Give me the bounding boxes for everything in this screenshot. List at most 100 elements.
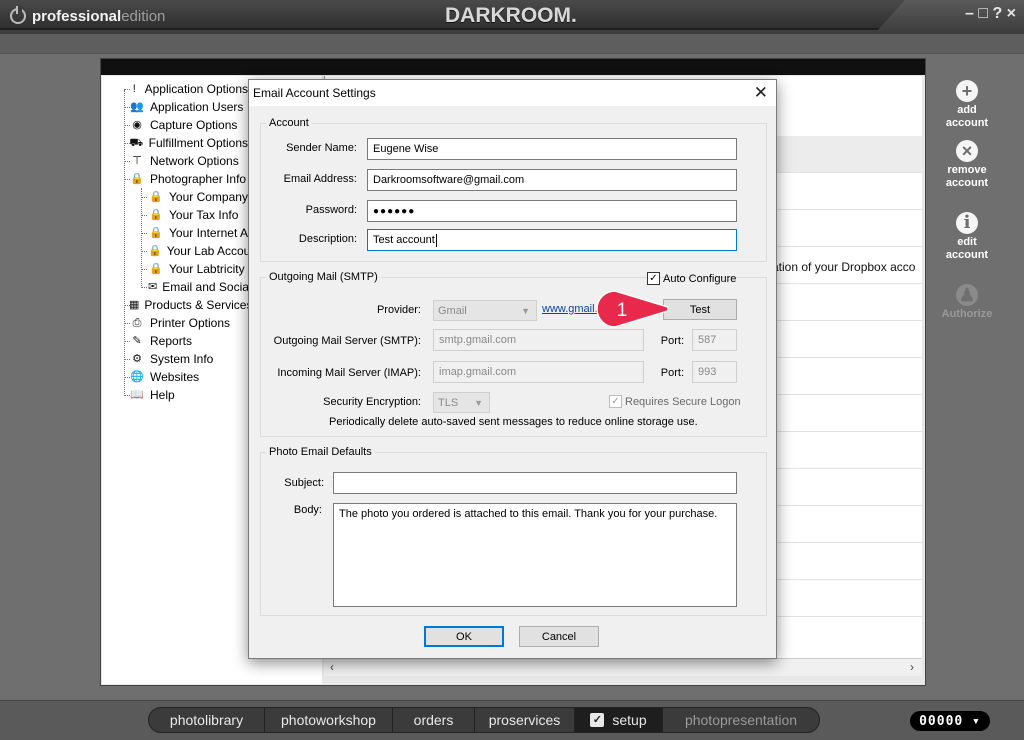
scroll-left-icon[interactable]: ‹ <box>330 660 334 674</box>
tree-item[interactable]: 🌐 Websites <box>129 368 199 386</box>
email-account-settings-dialog: Email Account Settings ✕ Account Sender … <box>248 79 777 659</box>
sender-name-input[interactable]: Eugene Wise <box>367 138 737 160</box>
subject-input[interactable] <box>333 472 737 494</box>
tree-item-label: Application Options <box>144 82 248 96</box>
requires-secure-logon-label[interactable]: Requires Secure Logon <box>625 396 741 408</box>
lock-icon: 🔒 <box>130 172 144 185</box>
tree-item-label: System Info <box>150 352 214 366</box>
power-icon[interactable] <box>10 6 26 24</box>
tree-item[interactable]: 📖 Help <box>129 386 175 404</box>
auto-configure-label[interactable]: Auto Configure <box>663 273 736 285</box>
auto-configure-checkbox[interactable]: ✓ <box>647 272 660 285</box>
tab-photopresentation[interactable]: photopresentation <box>663 708 819 732</box>
lock-icon: 🔒 <box>149 208 163 221</box>
remove-account-line1: remove <box>947 164 987 176</box>
tree-item[interactable]: 🔒 Your Company <box>148 188 248 206</box>
app-logo: DARKROOM. <box>445 4 577 27</box>
sub-bar <box>0 34 1024 54</box>
provider-label: Provider: <box>376 304 421 316</box>
tree-item[interactable]: ✉ Email and Socia <box>148 278 248 296</box>
tree-item[interactable]: ⚙ System Info <box>129 350 213 368</box>
tree-item-label: Your Internet A <box>169 226 248 240</box>
tree-item-label: Your Company <box>169 190 248 204</box>
tab-photolibrary[interactable]: photolibrary <box>149 708 265 732</box>
description-input[interactable]: Test account <box>367 229 737 251</box>
tree-item[interactable]: 🔒 Your Tax Info <box>148 206 238 224</box>
tree-item[interactable]: ✎ Reports <box>129 332 192 350</box>
tree-item[interactable]: ◉ Capture Options <box>129 116 237 134</box>
incoming-port-label: Port: <box>660 367 684 379</box>
tree-item[interactable]: 🔒 Your Labtricity <box>148 260 245 278</box>
ok-button[interactable]: OK <box>424 626 504 647</box>
tree-item[interactable]: ⎙ Printer Options <box>129 314 230 332</box>
provider-link[interactable]: www.gmail.com <box>542 303 602 315</box>
password-label: Password: <box>305 204 357 216</box>
tree-item[interactable]: ! Application Options <box>129 80 248 98</box>
tree-item[interactable]: 🔒 Photographer Info <box>129 170 246 188</box>
user-icon: ♟ <box>956 284 978 306</box>
incoming-server-label: Incoming Mail Server (IMAP): <box>277 367 421 379</box>
provider-select[interactable]: Gmail ▼ <box>433 300 537 321</box>
tree-item[interactable]: 🔒 Your Internet A <box>148 224 248 242</box>
requires-secure-logon-checkbox[interactable]: ✓ <box>609 395 622 408</box>
add-account-button[interactable]: + add account <box>927 80 1007 130</box>
edit-account-line2: account <box>945 249 989 261</box>
edit-account-line1: edit <box>957 236 977 248</box>
cancel-button[interactable]: Cancel <box>519 626 599 647</box>
test-button[interactable]: Test <box>663 299 737 320</box>
tab-proservices[interactable]: proservices <box>475 708 575 732</box>
plus-icon: + <box>956 80 978 102</box>
remove-account-button[interactable]: × remove account <box>927 140 1007 190</box>
chevron-down-icon: ▼ <box>521 305 530 316</box>
outgoing-port-input[interactable]: 587 <box>692 329 737 351</box>
scroll-right-icon[interactable]: › <box>910 660 914 674</box>
chevron-down-icon: ▼ <box>474 397 483 408</box>
close-icon[interactable]: ✕ <box>754 83 768 103</box>
add-account-line2: account <box>945 117 989 129</box>
lock-icon: 🔒 <box>149 226 163 239</box>
incoming-port-input[interactable]: 993 <box>692 361 737 383</box>
tab-photoworkshop[interactable]: photoworkshop <box>265 708 393 732</box>
email-address-label: Email Address: <box>283 173 357 185</box>
counter-display[interactable]: 00000 ▾ <box>910 711 990 731</box>
tree-item[interactable]: ⛟ Fulfillment Options <box>129 134 248 152</box>
description-value: Test account <box>373 234 435 246</box>
body-textarea[interactable]: The photo you ordered is attached to thi… <box>333 503 737 607</box>
subject-label: Subject: <box>284 477 324 489</box>
tree-item[interactable]: 🔒 Your Lab Accou <box>148 242 248 260</box>
tree-item-label: Photographer Info <box>150 172 247 186</box>
email-address-input[interactable]: Darkroomsoftware@gmail.com <box>367 169 737 191</box>
tree-item-label: Websites <box>150 370 200 384</box>
tree-item-label: Your Labtricity <box>169 262 245 276</box>
security-encryption-select[interactable]: TLS ▼ <box>433 392 490 413</box>
incoming-server-input[interactable]: imap.gmail.com <box>433 361 644 383</box>
tab-orders[interactable]: orders <box>393 708 475 732</box>
sender-name-label: Sender Name: <box>286 142 357 154</box>
outgoing-server-label: Outgoing Mail Server (SMTP): <box>273 335 421 347</box>
reports-icon: ✎ <box>132 334 142 347</box>
tree-item[interactable]: 👥 Application Users <box>129 98 243 116</box>
edit-account-button[interactable]: i edit account <box>927 212 1007 262</box>
lock-icon: 🔒 <box>149 262 163 275</box>
tree-item[interactable]: ⊤ Network Options <box>129 152 239 170</box>
close-icon: × <box>956 140 978 162</box>
window-controls[interactable]: – □ ? × <box>965 5 1016 23</box>
horizontal-scrollbar[interactable]: ‹ › <box>324 658 922 676</box>
description-label: Description: <box>298 233 357 245</box>
callout-number: 1 <box>617 300 628 321</box>
text-caret <box>435 233 437 247</box>
tree-item-label: Reports <box>150 334 193 348</box>
account-legend: Account <box>269 117 309 129</box>
tab-setup[interactable]: ✓ setup <box>575 708 663 732</box>
network-icon: ⊤ <box>132 154 142 167</box>
info-icon: ! <box>132 82 136 95</box>
tree-item-label: Capture Options <box>150 118 238 132</box>
authorize-button[interactable]: ♟ Authorize <box>927 284 1007 321</box>
lock-icon: 🔒 <box>149 190 163 203</box>
printer-icon: ⎙ <box>132 316 142 329</box>
users-icon: 👥 <box>130 100 144 113</box>
outgoing-server-input[interactable]: smtp.gmail.com <box>433 329 644 351</box>
callout-marker <box>596 290 669 328</box>
password-input[interactable]: ●●●●●● <box>367 200 737 222</box>
tree-item[interactable]: ▦ Products & Services <box>129 296 248 314</box>
